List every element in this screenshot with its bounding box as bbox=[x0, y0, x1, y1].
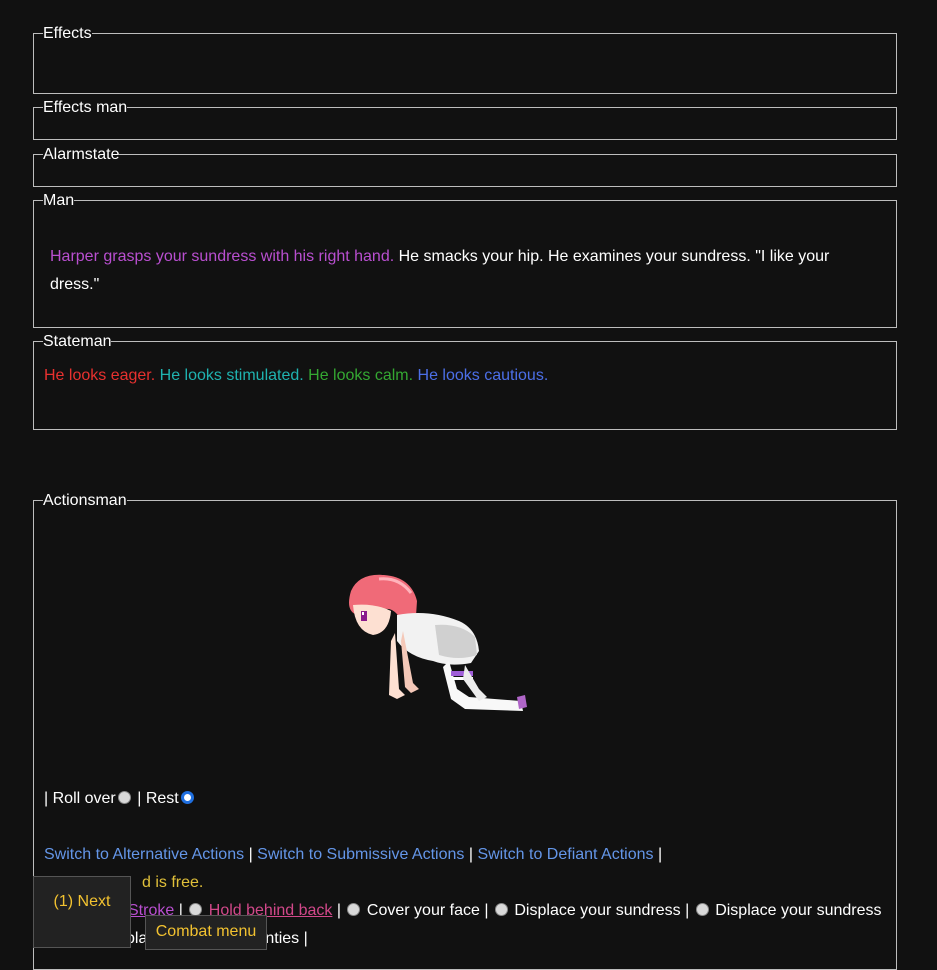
roll-over-radio[interactable] bbox=[117, 791, 131, 804]
displace-sundress-label-2: Displace your sundress bbox=[715, 902, 882, 919]
alarmstate-legend: Alarmstate bbox=[43, 146, 120, 164]
man-action-text: Harper grasps your sundress with his rig… bbox=[50, 248, 395, 265]
cover-face-radio[interactable] bbox=[347, 903, 361, 916]
man-panel: Man Harper grasps your sundress with his… bbox=[33, 192, 897, 328]
state-eager: He looks eager. bbox=[44, 367, 156, 384]
hand-free-text: d is free. bbox=[142, 874, 204, 891]
displace-sundress-radio-1[interactable] bbox=[494, 903, 508, 916]
hand-status-line: d is free. bbox=[142, 873, 203, 893]
switch-alternative-link[interactable]: Switch to Alternative Actions bbox=[44, 846, 244, 863]
separator: | bbox=[468, 846, 473, 863]
alarmstate-panel: Alarmstate bbox=[33, 146, 897, 187]
displace-sundress-label-1: Displace your sundress bbox=[514, 902, 681, 919]
rest-radio[interactable] bbox=[180, 791, 194, 804]
effects-panel: Effects bbox=[33, 25, 897, 94]
stateman-status: He looks eager. He looks stimulated. He … bbox=[44, 366, 548, 386]
stateman-legend: Stateman bbox=[43, 333, 112, 351]
effects-man-panel: Effects man bbox=[33, 99, 897, 140]
actionsman-panel: Actionsman | Roll over | Rest Switch to … bbox=[33, 492, 897, 970]
state-stimulated: He looks stimulated. bbox=[159, 367, 304, 384]
partial-text-b: nties bbox=[265, 930, 300, 947]
separator: | bbox=[657, 846, 663, 863]
next-button[interactable]: (1) Next bbox=[33, 876, 131, 948]
character-sprite-image bbox=[349, 574, 527, 711]
separator: | bbox=[484, 902, 489, 919]
separator: | bbox=[137, 790, 142, 807]
man-legend: Man bbox=[43, 192, 75, 210]
combat-menu-button[interactable]: Combat menu bbox=[145, 915, 267, 950]
rest-label: Rest bbox=[145, 790, 179, 807]
action-choice-line: | Roll over | Rest bbox=[44, 789, 196, 809]
separator: | bbox=[336, 902, 342, 919]
separator: | bbox=[303, 930, 308, 947]
displace-sundress-radio-2[interactable] bbox=[695, 903, 709, 916]
cover-face-label: Cover your face bbox=[366, 902, 480, 919]
effects-man-legend: Effects man bbox=[43, 99, 128, 117]
switch-actions-line: Switch to Alternative Actions | Switch t… bbox=[44, 845, 662, 865]
roll-over-label: Roll over bbox=[52, 790, 116, 807]
actionsman-legend: Actionsman bbox=[43, 492, 127, 510]
separator: | bbox=[248, 846, 253, 863]
state-cautious: He looks cautious. bbox=[417, 367, 549, 384]
separator: | bbox=[44, 790, 49, 807]
stateman-panel: Stateman He looks eager. He looks stimul… bbox=[33, 333, 897, 430]
state-calm: He looks calm. bbox=[308, 367, 414, 384]
effects-legend: Effects bbox=[43, 25, 92, 43]
separator: | bbox=[685, 902, 690, 919]
man-narration: Harper grasps your sundress with his rig… bbox=[50, 243, 850, 299]
switch-submissive-link[interactable]: Switch to Submissive Actions bbox=[257, 846, 464, 863]
switch-defiant-link[interactable]: Switch to Defiant Actions bbox=[477, 846, 653, 863]
